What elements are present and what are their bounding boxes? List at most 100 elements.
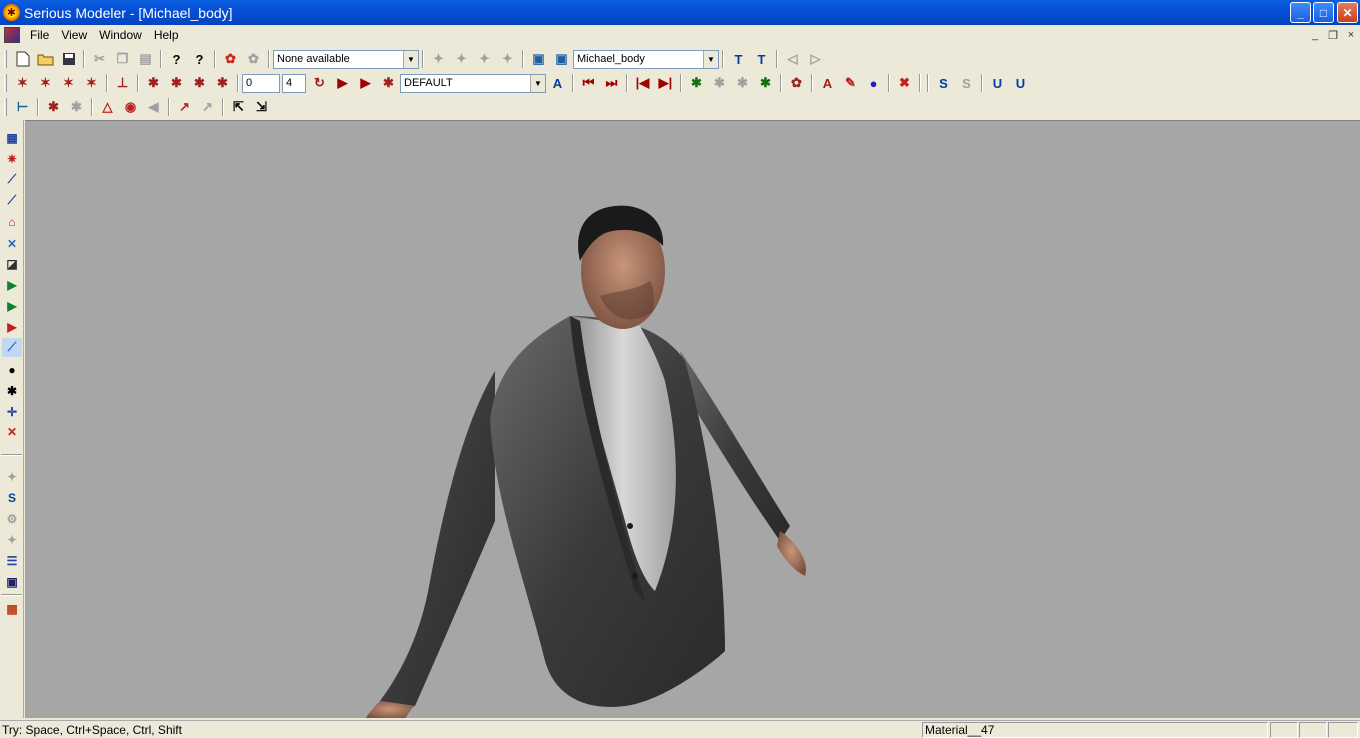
first-frame-icon[interactable]: ⏮ (577, 72, 600, 94)
save-frame-icon[interactable]: ▣ (2, 572, 22, 591)
menu-window[interactable]: Window (93, 28, 148, 42)
mapping-h-icon[interactable]: ⟋ (2, 191, 22, 210)
next-frame-icon[interactable]: ▶| (654, 72, 677, 94)
grid-icon[interactable]: ▦ (2, 128, 22, 147)
menu-view[interactable]: View (55, 28, 93, 42)
script-off-icon[interactable]: S (955, 72, 978, 94)
shadow-off-icon[interactable]: ✱ (65, 96, 88, 118)
model-select[interactable]: Michael_body ▼ (573, 49, 719, 69)
copy-icon[interactable]: ❐ (111, 48, 134, 70)
surface-icon[interactable]: ◪ (2, 254, 22, 273)
text-color-icon[interactable]: A (816, 72, 839, 94)
collision-off-icon[interactable]: ✱ (708, 72, 731, 94)
animation-select[interactable]: None available ▼ (273, 49, 419, 69)
add-texture-icon[interactable]: T (727, 48, 750, 70)
cut-icon[interactable]: ✂ (88, 48, 111, 70)
mdi-restore-button[interactable]: ❐ (1326, 28, 1340, 42)
mapping-icon[interactable]: ⟋ (2, 170, 22, 189)
surface-off-icon[interactable]: ▶ (2, 317, 22, 336)
model-viewport[interactable] (25, 120, 1360, 718)
script-icon[interactable]: S (932, 72, 955, 94)
wireframe-icon[interactable]: △ (96, 96, 119, 118)
mdi-minimize-button[interactable]: _ (1308, 28, 1322, 42)
frame-start-input[interactable]: 0 (242, 73, 280, 93)
back-icon[interactable]: ◀ (142, 96, 165, 118)
font-icon[interactable]: A (546, 72, 569, 94)
bone-gray-icon[interactable]: ✦ (2, 467, 22, 486)
collision-edit-icon[interactable]: ✱ (731, 72, 754, 94)
crosshair-icon[interactable]: ✛ (2, 402, 22, 421)
animate-icon[interactable]: ✱ (377, 72, 400, 94)
context-help-icon[interactable]: ? (188, 48, 211, 70)
prev-texture-icon[interactable]: ◁ (781, 48, 804, 70)
chevron-down-icon[interactable]: ▼ (403, 50, 418, 68)
bone-gray2-icon[interactable]: ✦ (2, 530, 22, 549)
ground-icon[interactable]: ⊢ (11, 96, 34, 118)
palette-icon[interactable]: ▩ (2, 599, 22, 618)
animation-icon[interactable]: ✿ (219, 48, 242, 70)
attachment-icon[interactable]: ✿ (785, 72, 808, 94)
remove-texture-icon[interactable]: T (750, 48, 773, 70)
color-picker-icon[interactable]: ✎ (839, 72, 862, 94)
loop-icon[interactable]: ↻ (308, 72, 331, 94)
bug-icon[interactable]: ✱ (2, 381, 22, 400)
texture-view-icon[interactable]: ▣ (527, 48, 550, 70)
paste-icon[interactable]: ▤ (134, 48, 157, 70)
render-icon[interactable]: ◉ (119, 96, 142, 118)
collision-add-icon[interactable]: ✱ (754, 72, 777, 94)
close-button[interactable]: ✕ (1337, 2, 1358, 23)
script-s-icon[interactable]: S (2, 488, 22, 507)
delete-icon[interactable]: ✖ (893, 72, 916, 94)
surface-t-icon[interactable]: ⟋ (2, 338, 22, 357)
document-icon[interactable] (4, 27, 20, 43)
next-anim-icon[interactable]: ✦ (496, 48, 519, 70)
cross-icon[interactable]: ✕ (2, 422, 22, 441)
frame-step-input[interactable]: 4 (282, 73, 306, 93)
frame-icon[interactable]: ✱ (165, 72, 188, 94)
shadow-icon[interactable]: ✱ (42, 96, 65, 118)
rotate-icon[interactable]: ✱ (188, 72, 211, 94)
toolbar-grip[interactable] (4, 98, 7, 116)
gear-gray-icon[interactable]: ⚙ (2, 509, 22, 528)
pose-icon[interactable]: ✶ (80, 72, 103, 94)
list-icon[interactable]: ☰ (2, 551, 22, 570)
chevron-down-icon[interactable]: ▼ (703, 50, 718, 68)
pointer-icon[interactable]: ↗ (173, 96, 196, 118)
save-icon[interactable] (57, 48, 80, 70)
help-icon[interactable]: ? (165, 48, 188, 70)
dot-icon[interactable]: ● (2, 360, 22, 379)
remove-anim-icon[interactable]: ✦ (450, 48, 473, 70)
chevron-down-icon[interactable]: ▼ (530, 74, 545, 92)
prev-anim-icon[interactable]: ✦ (473, 48, 496, 70)
app-logo-icon[interactable]: ✱ (3, 4, 20, 21)
texture-open-icon[interactable]: ▣ (550, 48, 573, 70)
play-icon[interactable]: ▶ (331, 72, 354, 94)
select-add-icon[interactable]: ⇱ (227, 96, 250, 118)
select-remove-icon[interactable]: ⇲ (250, 96, 273, 118)
surface-on-icon[interactable]: ▶ (2, 296, 22, 315)
menu-file[interactable]: File (24, 28, 55, 42)
new-file-icon[interactable] (11, 48, 34, 70)
toolbar-grip[interactable] (4, 74, 7, 92)
uv-m-icon[interactable]: U (1009, 72, 1032, 94)
axis-icon[interactable]: ⊥ (111, 72, 134, 94)
walk-icon[interactable]: ✱ (211, 72, 234, 94)
texture-mode-select[interactable]: DEFAULT ▼ (400, 73, 546, 93)
add-anim-icon[interactable]: ✦ (427, 48, 450, 70)
last-frame-icon[interactable]: ⏭ (600, 72, 623, 94)
prev-frame-icon[interactable]: |◀ (631, 72, 654, 94)
menu-help[interactable]: Help (148, 28, 185, 42)
toolbar-grip[interactable] (4, 50, 7, 68)
uv-a-icon[interactable]: U (986, 72, 1009, 94)
skeleton-icon[interactable]: ✶ (34, 72, 57, 94)
maximize-button[interactable]: □ (1313, 2, 1334, 23)
pointer-off-icon[interactable]: ↗ (196, 96, 219, 118)
mirror-icon[interactable]: ✱ (142, 72, 165, 94)
bones-icon[interactable]: ✶ (57, 72, 80, 94)
animation-disabled-icon[interactable]: ✿ (242, 48, 265, 70)
mdi-close-button[interactable]: × (1344, 28, 1358, 42)
collision-icon[interactable]: ✱ (685, 72, 708, 94)
play-step-icon[interactable]: ▶ (354, 72, 377, 94)
minimize-button[interactable]: _ (1290, 2, 1311, 23)
light-icon[interactable]: ✶ (11, 72, 34, 94)
